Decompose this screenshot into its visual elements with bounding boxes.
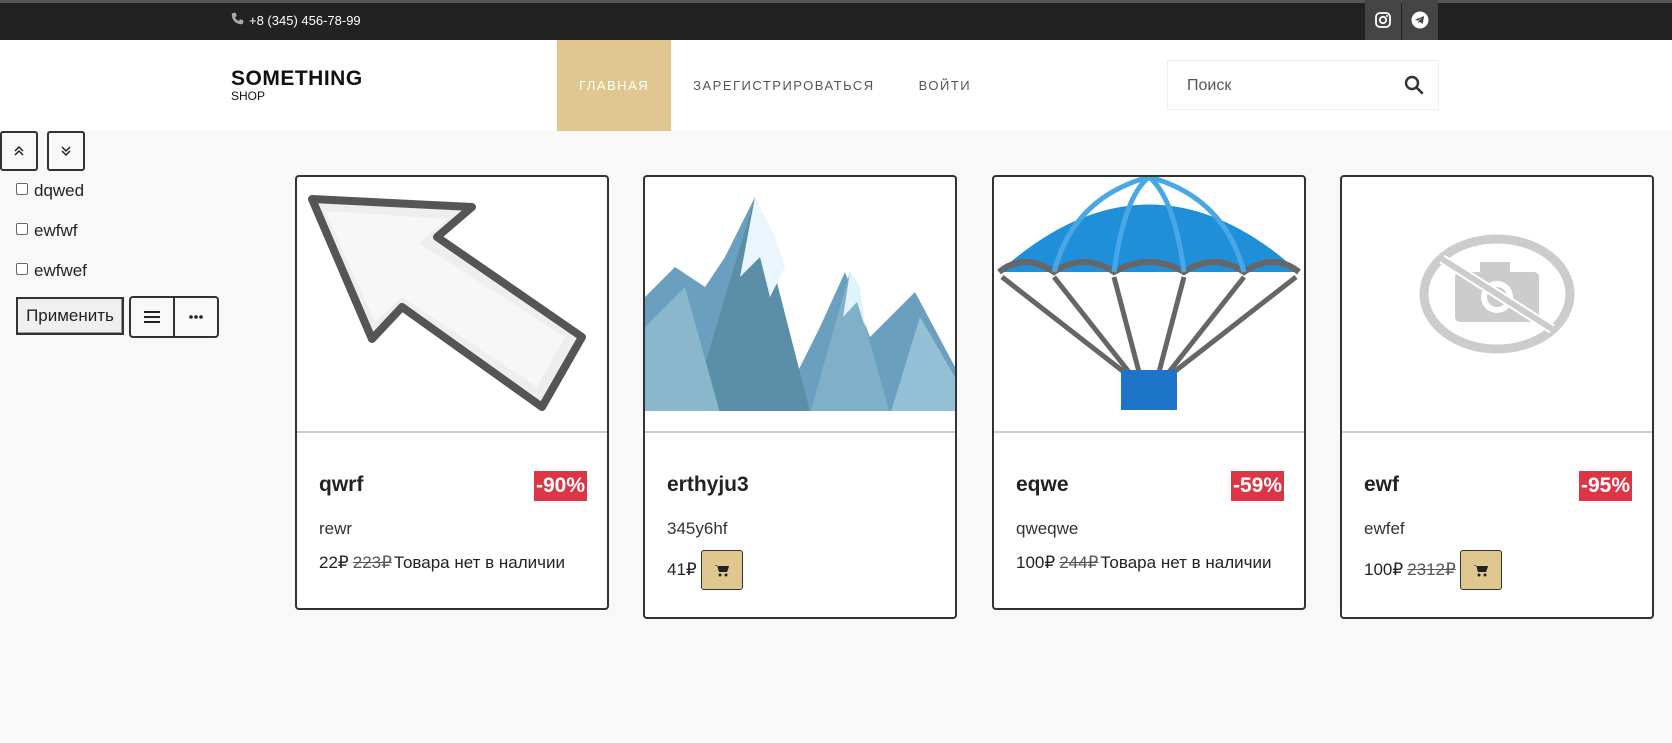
filter-checkbox[interactable] <box>16 183 28 195</box>
product-info: erthyju3 345y6hf 41₽ <box>645 433 955 603</box>
add-to-cart-button[interactable] <box>1459 550 1502 590</box>
mountains-image <box>645 197 955 431</box>
product-price: 100₽ <box>1364 560 1404 579</box>
instagram-button[interactable] <box>1365 0 1401 40</box>
ellipsis-icon <box>189 315 203 319</box>
product-description: 345y6hf <box>667 519 728 538</box>
search-input[interactable] <box>1185 76 1389 96</box>
price-row: 41₽ <box>667 550 743 590</box>
product-description: ewfef <box>1364 519 1405 538</box>
product-image[interactable] <box>645 177 955 433</box>
search-box <box>1167 60 1439 110</box>
product-description: rewr <box>319 519 353 538</box>
product-price: 100₽ <box>1016 553 1056 572</box>
list-icon <box>144 311 160 323</box>
discount-badge: -90% <box>533 471 587 501</box>
product-old-price: 223₽ <box>352 553 392 572</box>
add-to-cart-button[interactable] <box>700 550 743 590</box>
product-image[interactable] <box>994 177 1304 433</box>
product-info: qwrf -90% rewr 22₽ 223₽ Товара нет в нал… <box>297 433 607 593</box>
stock-status: Товара нет в наличии <box>393 553 566 572</box>
parachute-image <box>997 177 1301 410</box>
filter-item[interactable]: dqwed <box>16 181 84 201</box>
discount-badge: -95% <box>1578 471 1632 501</box>
instagram-icon <box>1375 12 1391 28</box>
site-header: SOMETHING SHOP ГЛАВНАЯ ЗАРЕГИСТРИРОВАТЬС… <box>0 40 1672 131</box>
stock-status: Товара нет в наличии <box>1100 553 1272 572</box>
filter-checkbox[interactable] <box>16 223 28 235</box>
discount-badge: -59% <box>1230 471 1284 501</box>
social-links <box>1364 0 1438 40</box>
product-card[interactable]: erthyju3 345y6hf 41₽ <box>643 175 957 619</box>
product-card[interactable]: qwrf -90% rewr 22₽ 223₽ Товара нет в нал… <box>295 175 609 610</box>
filter-label: dqwed <box>34 181 85 200</box>
price-row: 22₽ 223₽ Товара нет в наличии <box>319 553 565 573</box>
arrow-cursor-image <box>308 195 586 411</box>
product-description: qweqwe <box>1016 519 1079 538</box>
list-view-button[interactable] <box>131 298 173 336</box>
product-image[interactable] <box>1342 177 1652 433</box>
telegram-button[interactable] <box>1402 0 1438 40</box>
price-row: 100₽ 244₽ Товара нет в наличии <box>1016 553 1271 573</box>
filter-label: ewfwf <box>34 221 78 240</box>
filter-item[interactable]: ewfwf <box>16 221 77 241</box>
product-name[interactable]: qwrf <box>319 473 363 497</box>
product-card[interactable]: eqwe -59% qweqwe 100₽ 244₽ Товара нет в … <box>992 175 1306 610</box>
more-options-button[interactable] <box>173 298 217 336</box>
chevron-double-down-icon <box>61 146 71 157</box>
product-info: eqwe -59% qweqwe 100₽ 244₽ Товара нет в … <box>994 433 1304 593</box>
price-row: 100₽ 2312₽ <box>1364 550 1502 590</box>
search-icon[interactable] <box>1404 75 1424 100</box>
expand-down-button[interactable] <box>47 131 85 171</box>
top-bar: +8 (345) 456-78-99 <box>0 0 1672 40</box>
product-name[interactable]: ewf <box>1364 473 1399 497</box>
product-info: ewf -95% ewfef 100₽ 2312₽ <box>1342 433 1652 603</box>
filter-item[interactable]: ewfwef <box>16 261 87 281</box>
cart-icon <box>1473 564 1489 576</box>
product-price: 41₽ <box>667 560 697 579</box>
product-name[interactable]: eqwe <box>1016 473 1069 497</box>
product-card[interactable]: ewf -95% ewfef 100₽ 2312₽ <box>1340 175 1654 619</box>
nav-login[interactable]: ВОЙТИ <box>897 40 993 131</box>
site-logo[interactable]: SOMETHING SHOP <box>231 67 363 103</box>
product-old-price: 244₽ <box>1059 553 1099 572</box>
product-old-price: 2312₽ <box>1407 560 1456 579</box>
telegram-icon <box>1411 11 1429 29</box>
filter-checkbox[interactable] <box>16 263 28 275</box>
phone-number: +8 (345) 456-78-99 <box>249 12 361 28</box>
nav-register[interactable]: ЗАРЕГИСТРИРОВАТЬСЯ <box>671 40 897 131</box>
main-nav: ГЛАВНАЯ ЗАРЕГИСТРИРОВАТЬСЯ ВОЙТИ <box>557 40 993 131</box>
apply-filters-button[interactable]: Применить <box>16 297 124 335</box>
logo-subtitle: SHOP <box>231 89 266 103</box>
product-image[interactable] <box>297 177 607 433</box>
no-photo-image <box>1419 234 1575 354</box>
filter-label: ewfwef <box>34 261 87 280</box>
product-price: 22₽ <box>319 553 349 572</box>
nav-home[interactable]: ГЛАВНАЯ <box>557 40 672 131</box>
view-toggle <box>129 296 219 338</box>
logo-title: SOMETHING <box>231 67 363 90</box>
product-name[interactable]: erthyju3 <box>667 473 749 497</box>
phone-icon <box>231 12 244 28</box>
chevron-double-up-icon <box>14 145 24 156</box>
phone-contact[interactable]: +8 (345) 456-78-99 <box>231 12 361 28</box>
collapse-up-button[interactable] <box>0 131 38 171</box>
cart-icon <box>714 564 730 576</box>
